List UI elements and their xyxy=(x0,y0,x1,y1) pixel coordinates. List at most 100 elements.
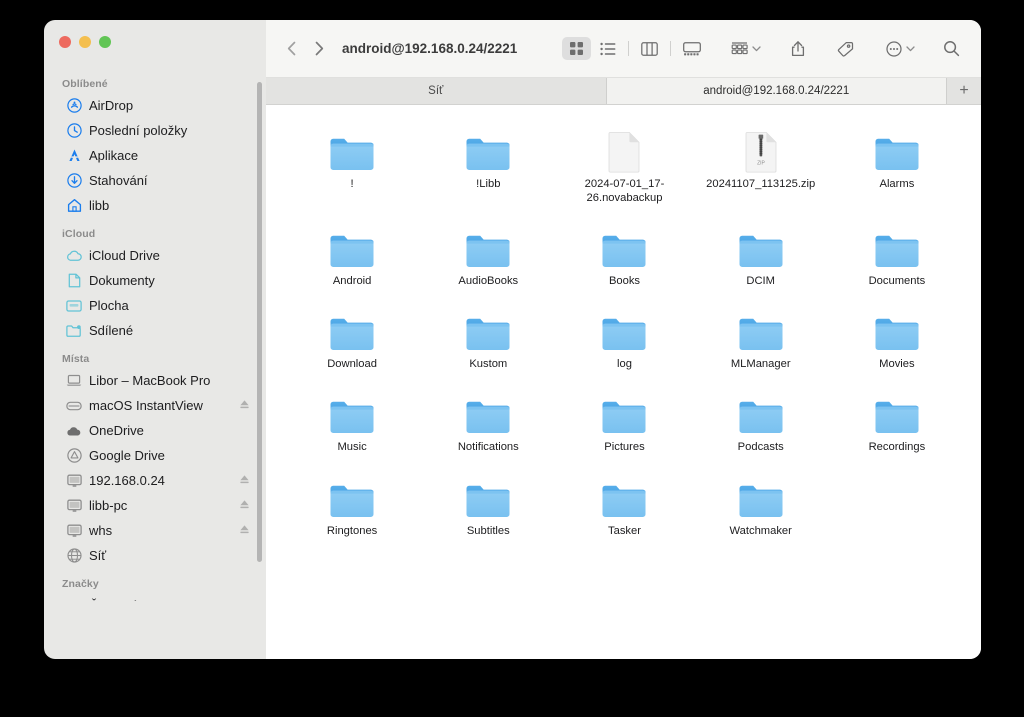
sidebar-group-title: Oblíbené xyxy=(62,78,108,90)
folder-icon xyxy=(325,470,379,520)
sidebar-item-sd-len[interactable]: Sdílené xyxy=(50,318,260,343)
file-item[interactable]: Tasker xyxy=(556,466,692,538)
file-item[interactable]: Subtitles xyxy=(420,466,556,538)
folder-icon xyxy=(330,138,374,170)
gallery-icon xyxy=(682,41,701,55)
sidebar-item-macos-instantview[interactable]: macOS InstantView xyxy=(50,393,260,418)
sidebar-item-posledn-polo-ky[interactable]: Poslední položky xyxy=(50,118,260,143)
zip-file-icon: ZIP xyxy=(734,123,788,173)
folder-icon xyxy=(466,236,510,268)
sidebar-item-plocha[interactable]: Plocha xyxy=(50,293,260,318)
folder-icon xyxy=(325,123,379,173)
folder-icon xyxy=(875,138,919,170)
disk-icon xyxy=(66,398,82,414)
sidebar-item-airdrop[interactable]: AirDrop xyxy=(50,93,260,118)
eject-button[interactable] xyxy=(239,523,250,538)
file-item-label: Subtitles xyxy=(466,524,510,537)
tab-list: Síť android@192.168.0.24/2221 xyxy=(266,78,947,104)
file-item[interactable]: ! xyxy=(284,119,420,205)
file-item-label: Alarms xyxy=(879,178,915,190)
tab-label: android@192.168.0.24/2221 xyxy=(703,85,850,97)
document-file-icon xyxy=(609,132,640,173)
folder-icon xyxy=(461,386,515,436)
folder-icon xyxy=(739,402,783,434)
file-item[interactable]: Documents xyxy=(829,216,965,288)
file-item-label: Podcasts xyxy=(737,441,784,454)
sidebar-scrollbar[interactable] xyxy=(257,82,262,562)
eject-button[interactable] xyxy=(239,498,250,513)
sidebar-item-libb-pc[interactable]: libb-pc xyxy=(50,493,260,518)
sidebar-group: Místa Libor – MacBook Pro macOS InstantVie… xyxy=(44,353,266,568)
file-item[interactable]: Notifications xyxy=(420,382,556,454)
file-item[interactable]: Music xyxy=(284,382,420,454)
maximize-button[interactable] xyxy=(99,36,111,48)
forward-button[interactable] xyxy=(306,36,332,62)
column-view-button[interactable] xyxy=(635,37,664,60)
back-button[interactable] xyxy=(278,36,304,62)
folder-icon xyxy=(739,236,783,268)
toolbar: android@192.168.0.24/2221 xyxy=(266,20,981,78)
file-item[interactable]: Watchmaker xyxy=(693,466,829,538)
group-by-button[interactable] xyxy=(725,37,754,60)
eject-button[interactable] xyxy=(239,473,250,488)
sidebar-item-google-drive[interactable]: Google Drive xyxy=(50,443,260,468)
sidebar-item-libor-macbook-pro[interactable]: Libor – MacBook Pro xyxy=(50,368,260,393)
folder-icon xyxy=(325,303,379,353)
file-item[interactable]: Recordings xyxy=(829,382,965,454)
sidebar-item-label: 192.168.0.24 xyxy=(89,473,165,488)
file-item[interactable]: Kustom xyxy=(420,299,556,371)
document-file-icon xyxy=(597,123,651,173)
file-item[interactable]: DCIM xyxy=(693,216,829,288)
file-item[interactable]: Pictures xyxy=(556,382,692,454)
file-item[interactable]: Movies xyxy=(829,299,965,371)
sidebar-item-libb[interactable]: libb xyxy=(50,193,260,218)
close-button[interactable] xyxy=(59,36,71,48)
search-button[interactable] xyxy=(937,37,966,60)
minimize-button[interactable] xyxy=(79,36,91,48)
sidebar-item-dokumenty[interactable]: Dokumenty xyxy=(50,268,260,293)
sidebar-group: Oblíbené AirDrop Poslední položky Aplikace S… xyxy=(44,78,266,218)
file-item-label: 2024-07-01_17-26.novabackup xyxy=(584,178,665,205)
tag-button[interactable] xyxy=(831,37,860,60)
file-item[interactable]: log xyxy=(556,299,692,371)
new-tab-button[interactable]: + xyxy=(947,78,981,104)
sidebar-item-aplikace[interactable]: Aplikace xyxy=(50,143,260,168)
more-options-button[interactable] xyxy=(879,37,908,60)
list-view-button[interactable] xyxy=(593,37,622,60)
tab-1[interactable]: Síť xyxy=(266,78,607,104)
file-item[interactable]: ZIP 20241107_113125.zip xyxy=(693,119,829,205)
file-item-label: Documents xyxy=(868,275,926,288)
folder-icon xyxy=(870,386,924,436)
file-item[interactable]: Android xyxy=(284,216,420,288)
sidebar-item-s[interactable]: Síť xyxy=(50,543,260,568)
folder-icon xyxy=(597,470,651,520)
sidebar-item-icloud-drive[interactable]: iCloud Drive xyxy=(50,243,260,268)
file-item[interactable]: AudioBooks xyxy=(420,216,556,288)
file-item[interactable]: MLManager xyxy=(693,299,829,371)
file-item[interactable]: Download xyxy=(284,299,420,371)
share-button[interactable] xyxy=(783,37,812,60)
window-title: android@192.168.0.24/2221 xyxy=(342,41,518,56)
tab-2[interactable]: android@192.168.0.24/2221 xyxy=(606,78,947,104)
sidebar-item-whs[interactable]: whs xyxy=(50,518,260,543)
sidebar-item-erven[interactable]: Červená xyxy=(50,593,260,601)
file-item[interactable]: Books xyxy=(556,216,692,288)
cloud-icon xyxy=(66,248,82,264)
sidebar-item-onedrive[interactable]: OneDrive xyxy=(50,418,260,443)
icon-view-button[interactable] xyxy=(562,37,591,60)
file-item[interactable]: Ringtones xyxy=(284,466,420,538)
folder-icon xyxy=(875,319,919,351)
file-item[interactable]: Podcasts xyxy=(693,382,829,454)
more-options-chevron-down-icon[interactable] xyxy=(906,44,915,54)
toolbar-divider-2 xyxy=(670,41,671,56)
sidebar-item-stahov-n[interactable]: Stahování xyxy=(50,168,260,193)
group-by-chevron-down-icon[interactable] xyxy=(752,44,761,54)
file-item[interactable]: 2024-07-01_17-26.novabackup xyxy=(556,119,692,205)
tab-bar: Síť android@192.168.0.24/2221 + xyxy=(266,78,981,105)
file-item-label: Movies xyxy=(879,358,915,371)
file-item[interactable]: Alarms xyxy=(829,119,965,205)
sidebar-item-192-168-0-24[interactable]: 192.168.0.24 xyxy=(50,468,260,493)
eject-button[interactable] xyxy=(239,398,250,413)
file-item[interactable]: !Libb xyxy=(420,119,556,205)
gallery-view-button[interactable] xyxy=(677,37,706,60)
